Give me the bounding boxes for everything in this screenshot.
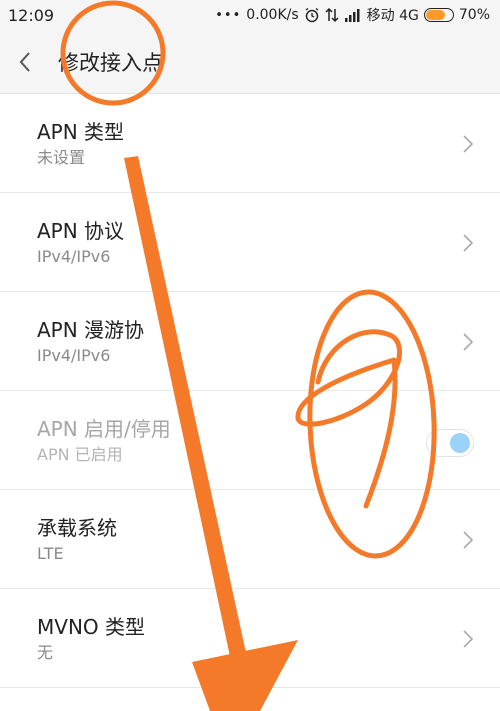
battery-level-fill [425, 10, 446, 20]
setting-apn-type[interactable]: APN 类型 未设置 [0, 94, 500, 193]
apn-edit-screen: 12:09 ••• 0.00K/s 移动 4G 70% 修改接入点 APN 类型… [0, 0, 500, 711]
title-bar: 修改接入点 [0, 30, 500, 93]
page-title: 修改接入点 [58, 50, 163, 75]
chevron-right-icon [463, 531, 474, 549]
chevron-right-icon [463, 135, 474, 153]
setting-mvno-type[interactable]: MVNO 类型 无 [0, 589, 500, 688]
chevron-right-icon [463, 234, 474, 252]
setting-title: APN 类型 [37, 120, 125, 144]
setting-apn-protocol[interactable]: APN 协议 IPv4/IPv6 [0, 193, 500, 292]
data-transfer-icon [325, 7, 339, 23]
setting-bearer[interactable]: 承载系统 LTE [0, 490, 500, 589]
carrier-label: 移动 4G [366, 8, 419, 24]
battery-icon [423, 8, 454, 22]
alarm-icon [304, 7, 320, 23]
setting-title: MVNO 类型 [37, 615, 145, 639]
setting-value: IPv4/IPv6 [37, 247, 111, 266]
status-time: 12:09 [8, 5, 55, 25]
notification-dots: ••• [215, 7, 242, 23]
toggle-knob [450, 433, 470, 453]
apn-settings-list: APN 类型 未设置 APN 协议 IPv4/IPv6 APN 漫游协 IPv4… [0, 93, 500, 688]
setting-apn-roaming-protocol[interactable]: APN 漫游协 IPv4/IPv6 [0, 292, 500, 391]
setting-title: 承载系统 [37, 516, 117, 540]
status-icons: ••• 0.00K/s 移动 4G 70% [215, 5, 490, 25]
status-bar: 12:09 ••• 0.00K/s 移动 4G 70% [0, 0, 500, 30]
setting-value: LTE [37, 544, 64, 563]
setting-value: 未设置 [37, 148, 86, 167]
setting-title: APN 漫游协 [37, 318, 145, 342]
setting-apn-enable[interactable]: APN 启用/停用 APN 已启用 [0, 391, 500, 490]
setting-title: APN 协议 [37, 219, 125, 243]
setting-value: IPv4/IPv6 [37, 346, 111, 365]
chevron-right-icon [463, 333, 474, 351]
chevron-right-icon [463, 630, 474, 648]
back-button[interactable] [0, 30, 50, 93]
signal-icon [344, 8, 362, 22]
back-arrow-icon [19, 51, 30, 72]
apn-enable-toggle[interactable] [426, 429, 474, 457]
battery-percent: 70% [458, 7, 490, 23]
network-speed: 0.00K/s [246, 7, 299, 23]
setting-value: 无 [37, 643, 54, 662]
